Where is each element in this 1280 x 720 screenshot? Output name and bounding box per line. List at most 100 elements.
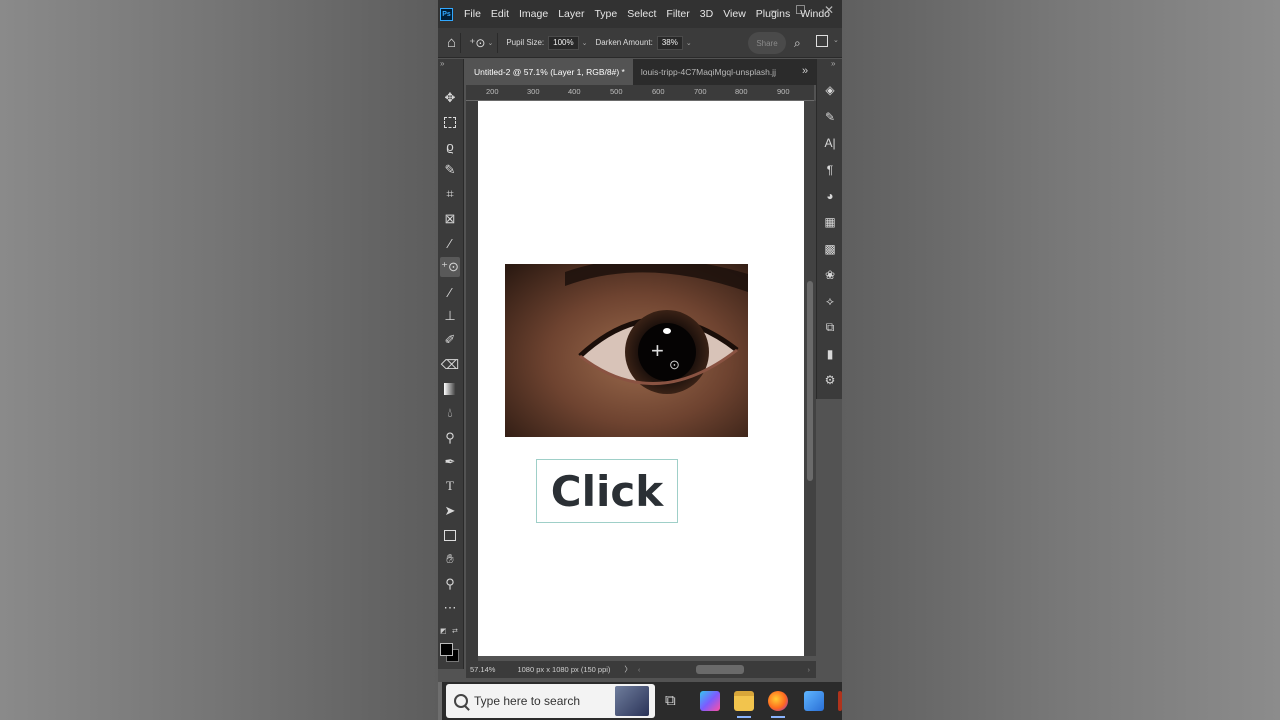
minimize-icon[interactable]: –	[770, 3, 777, 17]
menu-edit[interactable]: Edit	[486, 8, 514, 20]
frame-tool-icon[interactable]: ⊠	[440, 209, 460, 229]
ruler-tick: 500	[610, 87, 623, 96]
layers-icon[interactable]: ◈	[821, 81, 839, 99]
collapse-icon[interactable]: »	[440, 59, 444, 68]
windows-taskbar: Type here to search ⧉	[442, 682, 842, 720]
search-icon[interactable]: ⌕	[794, 36, 801, 51]
document-tabs: Untitled-2 @ 57.1% (Layer 1, RGB/8#) * l…	[466, 59, 816, 85]
lasso-tool-icon[interactable]: ϱ	[440, 136, 460, 156]
menu-file[interactable]: File	[459, 8, 486, 20]
more-tools-icon[interactable]: ⋯	[440, 598, 460, 618]
comments-icon[interactable]: ▮	[821, 345, 839, 363]
menu-3d[interactable]: 3D	[695, 8, 718, 20]
blur-tool-icon[interactable]: 💧︎	[440, 403, 460, 423]
scroll-thumb[interactable]	[807, 281, 813, 481]
ruler-tick: 300	[527, 87, 540, 96]
color-icon[interactable]: ◕	[821, 187, 839, 205]
history-brush-tool-icon[interactable]: ✐	[440, 330, 460, 350]
file-explorer-icon[interactable]	[734, 691, 754, 711]
move-tool-icon[interactable]: ✥	[440, 88, 460, 108]
clone-stamp-tool-icon[interactable]: ⊥	[440, 306, 460, 326]
red-eye-tool-preset-icon[interactable]: ⁺⊙	[469, 36, 485, 50]
path-selection-tool-icon[interactable]: ➤	[440, 501, 460, 521]
foreground-color-swatch[interactable]	[440, 643, 453, 656]
crop-tool-icon[interactable]: ⌗	[440, 184, 460, 204]
menu-filter[interactable]: Filter	[661, 8, 694, 20]
menu-select[interactable]: Select	[622, 8, 661, 20]
active-app-indicator	[771, 716, 785, 718]
horizontal-scroll-thumb[interactable]	[696, 665, 744, 674]
eraser-tool-icon[interactable]: ⌫	[440, 355, 460, 375]
copilot-icon[interactable]	[700, 691, 720, 711]
partial-app-icon[interactable]	[838, 691, 842, 711]
character-icon[interactable]: A|	[821, 134, 839, 152]
pen-tool-icon[interactable]: ✒	[440, 452, 460, 472]
brush-tool-icon[interactable]: ⁄	[440, 282, 460, 302]
panels-dock: » ◈ ✎ A| ¶ ◕ ▦ ▩ ❀ ⟡ ⧉ ▮ ⚙	[816, 59, 842, 399]
hand-tool-icon[interactable]: ✋︎	[440, 549, 460, 569]
document-canvas[interactable]: + ⊙ Click	[478, 101, 804, 656]
default-colors-icon[interactable]: ◩	[440, 627, 447, 635]
paragraph-icon[interactable]: ¶	[821, 161, 839, 179]
vertical-scrollbar[interactable]	[804, 101, 816, 656]
menu-image[interactable]: Image	[514, 8, 553, 20]
ruler-tick: 400	[568, 87, 581, 96]
history-icon[interactable]: ⧉	[821, 318, 839, 336]
adjustments-icon[interactable]: ⚙	[821, 371, 839, 389]
options-bar: ⌂ ⁺⊙ ⌄ Pupil Size: 100% ⌄ Darken Amount:…	[438, 28, 842, 58]
chevron-down-icon[interactable]: ⌄	[487, 39, 493, 47]
search-placeholder: Type here to search	[474, 694, 581, 708]
menu-layer[interactable]: Layer	[553, 8, 589, 20]
home-icon[interactable]: ⌂	[447, 34, 456, 51]
search-icon	[454, 694, 468, 708]
chevron-down-icon[interactable]: ⌄	[582, 39, 588, 47]
red-eye-tool-icon[interactable]: ⁺⊙	[440, 257, 460, 277]
pupil-size-field[interactable]: 100%	[548, 35, 579, 50]
zoom-level[interactable]: 57.14%	[470, 665, 495, 674]
dodge-tool-icon[interactable]: ⚲	[440, 428, 460, 448]
status-arrow-icon[interactable]: 〉	[624, 664, 632, 675]
patterns-icon[interactable]: ▩	[821, 240, 839, 258]
document-info[interactable]: 1080 px x 1080 px (150 ppi)	[517, 665, 610, 674]
gradient-tool-icon[interactable]	[440, 379, 460, 399]
ruler-tick: 600	[652, 87, 665, 96]
photoshop-logo-icon[interactable]: Ps	[440, 7, 453, 21]
marquee-tool-icon[interactable]	[440, 112, 460, 132]
scroll-left-icon[interactable]: ‹	[638, 665, 641, 674]
eyedropper-tool-icon[interactable]: ⁄	[440, 233, 460, 253]
brush-settings-icon[interactable]: ✎	[821, 108, 839, 126]
chevron-down-icon[interactable]: ⌄	[833, 36, 839, 44]
photos-app-icon[interactable]	[804, 691, 824, 711]
maximize-icon[interactable]: ☐	[795, 3, 806, 17]
rectangle-tool-icon[interactable]	[440, 525, 460, 545]
zoom-tool-icon[interactable]: ⚲	[440, 574, 460, 594]
close-icon[interactable]: ✕	[824, 3, 834, 17]
share-button[interactable]: Share	[748, 32, 786, 54]
taskbar-search-box[interactable]: Type here to search	[446, 684, 655, 718]
background-right	[842, 0, 1280, 720]
swap-colors-icon[interactable]: ⇄	[452, 627, 458, 635]
swatches-icon[interactable]: ▦	[821, 213, 839, 231]
ruler-tick: 800	[735, 87, 748, 96]
chevron-down-icon[interactable]: ⌄	[686, 39, 692, 47]
scroll-right-icon[interactable]: ›	[808, 665, 811, 674]
status-bar: 57.14% 1080 px x 1080 px (150 ppi) 〉 ‹ ›	[466, 661, 816, 678]
firefox-icon[interactable]	[768, 691, 788, 711]
task-view-icon[interactable]: ⧉	[665, 692, 676, 709]
menu-view[interactable]: View	[718, 8, 751, 20]
workspace-icon[interactable]	[816, 35, 828, 47]
collapse-icon[interactable]: »	[831, 59, 835, 68]
expand-tabs-icon[interactable]: »	[802, 65, 808, 77]
channels-icon[interactable]: ❀	[821, 266, 839, 284]
tab-louis-tripp[interactable]: louis-tripp-4C7MaqiMgql-unsplash.jj	[633, 59, 793, 85]
type-tool-icon[interactable]: T	[440, 476, 460, 496]
eye-photo-layer[interactable]: + ⊙	[505, 264, 748, 437]
quick-selection-tool-icon[interactable]: ✎	[440, 160, 460, 180]
paths-icon[interactable]: ⟡	[821, 292, 839, 310]
darken-amount-field[interactable]: 38%	[656, 35, 683, 50]
pupil-size-label: Pupil Size:	[506, 38, 545, 47]
crosshair-cursor-icon: +	[651, 338, 664, 363]
click-text-layer[interactable]: Click	[536, 459, 678, 523]
menu-type[interactable]: Type	[589, 8, 622, 20]
tab-untitled-2[interactable]: Untitled-2 @ 57.1% (Layer 1, RGB/8#) *	[466, 59, 633, 85]
